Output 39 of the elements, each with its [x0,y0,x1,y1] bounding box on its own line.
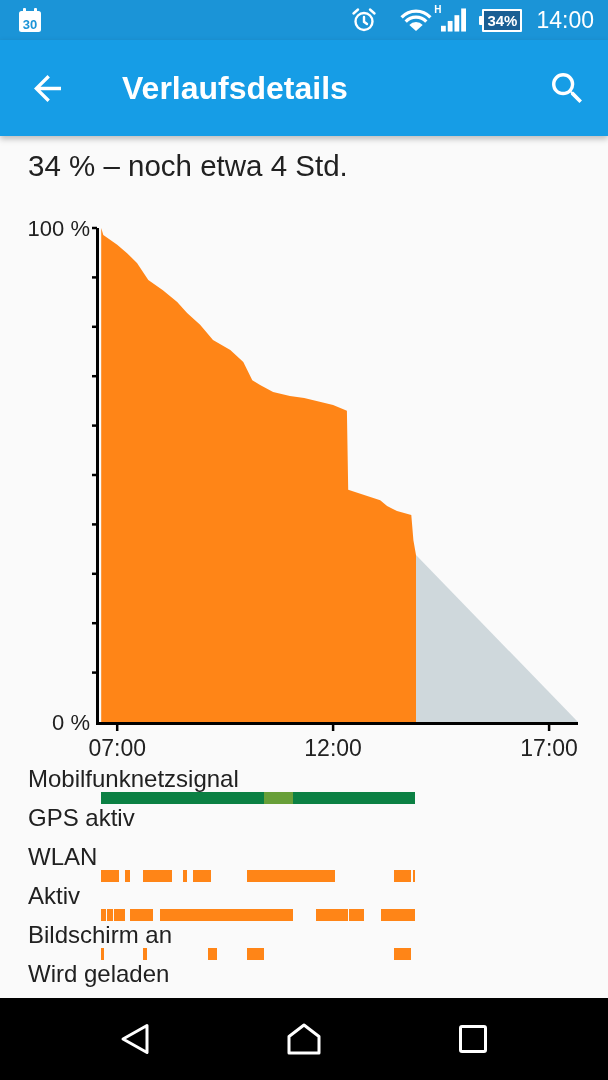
search-icon[interactable] [552,73,582,103]
timeline-segment [143,948,147,960]
x-axis-label: 17:00 [520,735,578,760]
network-type-label: H [434,5,442,15]
wifi-icon [399,8,434,32]
timeline-segment [381,909,415,921]
back-arrow-icon[interactable] [34,74,61,102]
track-label: Aktiv [28,883,80,909]
timeline-segment [101,948,104,960]
timeline-segment [413,870,415,882]
track-label: GPS aktiv [28,805,135,831]
timeline-segment [394,948,411,960]
battery-percentage: 34% [487,11,518,29]
timeline-segment [125,870,130,882]
track-label: Bildschirm an [28,922,173,948]
timeline-segment [247,948,264,960]
track-label: WLAN [28,844,98,870]
battery-summary: 34 % – noch etwa 4 Std. [28,149,348,183]
timeline-segment [183,870,187,882]
timeline-segment [208,948,217,960]
timeline-segment [143,870,172,882]
timeline-segment [394,870,411,882]
cell-signal-icon [441,8,467,32]
y-axis-label: 0 % [52,709,90,735]
calendar-date: 30 [22,17,38,32]
back-icon[interactable] [120,1023,150,1055]
timeline-segment [130,909,153,921]
timeline-segment [101,870,119,882]
recents-icon[interactable] [459,1025,487,1053]
clock-time: 14:00 [536,7,594,33]
x-axis-label: 07:00 [88,735,146,760]
timeline-segment [193,870,211,882]
track-label: Mobilfunknetzsignal [28,766,239,792]
home-icon[interactable] [287,1023,321,1055]
track-label: Wird geladen [28,961,170,987]
x-axis-label: 12:00 [304,735,362,760]
y-axis-label: 100 % [27,215,90,241]
screen-title: Verlaufsdetails [122,69,348,107]
alarm-clock-icon [351,7,378,33]
